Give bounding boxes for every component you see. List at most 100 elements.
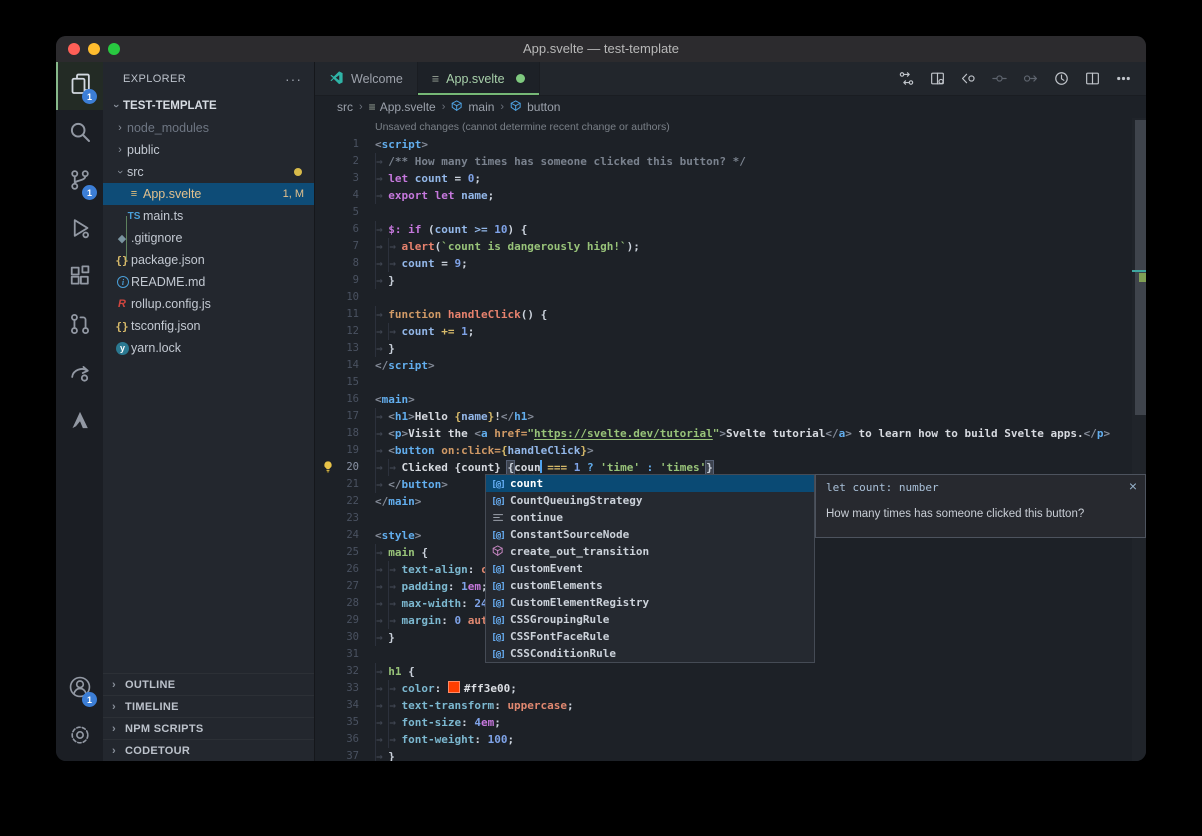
suggest-item-CountQueuingStrategy[interactable]: [@]CountQueuingStrategy bbox=[486, 492, 814, 509]
activity-item-account[interactable]: 1 bbox=[56, 665, 103, 713]
panel-header-outline[interactable]: ›OUTLINE bbox=[103, 673, 314, 695]
line-number: 2 bbox=[315, 153, 359, 170]
tree-item-package-json[interactable]: {}package.json bbox=[103, 249, 314, 271]
suggest-item-customElements[interactable]: [@]customElements bbox=[486, 577, 814, 594]
tree-item-tsconfig-json[interactable]: {}tsconfig.json bbox=[103, 315, 314, 337]
file-history-icon[interactable] bbox=[1050, 68, 1072, 90]
activity-item-search[interactable] bbox=[56, 110, 103, 158]
symbol-keyword-icon bbox=[486, 511, 510, 525]
code-line-4[interactable]: 4→export let name; bbox=[315, 187, 1132, 204]
code-line-11[interactable]: 11→function handleClick() { bbox=[315, 306, 1132, 323]
compare-changes-icon[interactable] bbox=[895, 68, 917, 90]
tree-item-src[interactable]: ›src bbox=[103, 161, 314, 183]
code-line-12[interactable]: 12→→count += 1; bbox=[315, 323, 1132, 340]
tree-item-README-md[interactable]: iREADME.md bbox=[103, 271, 314, 293]
code-line-18[interactable]: 18→<p>Visit the <a href="https://svelte.… bbox=[315, 425, 1132, 442]
code-line-19[interactable]: 19→<button on:click={handleClick}> bbox=[315, 442, 1132, 459]
tree-item-main-ts[interactable]: TSmain.ts bbox=[103, 205, 314, 227]
code-line-7[interactable]: 7→→alert(`count is dangerously high!`); bbox=[315, 238, 1132, 255]
editor-scrollbar[interactable] bbox=[1132, 118, 1146, 761]
chevron-down-icon: › bbox=[110, 99, 122, 113]
suggest-item-ConstantSourceNode[interactable]: [@]ConstantSourceNode bbox=[486, 526, 814, 543]
tree-item-rollup-config-js[interactable]: Rrollup.config.js bbox=[103, 293, 314, 315]
activity-item-run-debug[interactable] bbox=[56, 206, 103, 254]
tab-welcome[interactable]: Welcome bbox=[315, 62, 418, 95]
suggest-item-CustomElementRegistry[interactable]: [@]CustomElementRegistry bbox=[486, 594, 814, 611]
tree-item--gitignore[interactable]: ◆.gitignore bbox=[103, 227, 314, 249]
code-line-9[interactable]: 9→} bbox=[315, 272, 1132, 289]
code-line-14[interactable]: 14</script> bbox=[315, 357, 1132, 374]
code-line-8[interactable]: 8→→count = 9; bbox=[315, 255, 1132, 272]
navigate-back-icon[interactable] bbox=[957, 68, 979, 90]
code-line-3[interactable]: 3→let count = 0; bbox=[315, 170, 1132, 187]
suggest-item-CSSConditionRule[interactable]: [@]CSSConditionRule bbox=[486, 645, 814, 662]
next-change-icon[interactable] bbox=[1019, 68, 1041, 90]
suggest-item-count[interactable]: [@]count bbox=[486, 475, 814, 492]
breadcrumb-item-src[interactable]: src bbox=[337, 100, 353, 114]
breadcrumb-label: main bbox=[468, 100, 494, 114]
activity-item-github-pr[interactable] bbox=[56, 302, 103, 350]
tree-item-App-svelte[interactable]: ≡App.svelte1, M bbox=[103, 183, 314, 205]
code-line-1[interactable]: 1<script> bbox=[315, 136, 1132, 153]
panel-label: CODETOUR bbox=[125, 745, 190, 757]
close-icon[interactable]: × bbox=[1129, 478, 1137, 494]
code-line-6[interactable]: 6→$: if (count >= 10) { bbox=[315, 221, 1132, 238]
current-change-icon[interactable] bbox=[988, 68, 1010, 90]
open-changes-icon[interactable] bbox=[926, 68, 948, 90]
tree-item-yarn-lock[interactable]: yyarn.lock bbox=[103, 337, 314, 359]
split-editor-icon[interactable] bbox=[1081, 68, 1103, 90]
activity-item-explorer[interactable]: 1 bbox=[56, 62, 103, 110]
suggest-item-CSSFontFaceRule[interactable]: [@]CSSFontFaceRule bbox=[486, 628, 814, 645]
breadcrumb-item-main[interactable]: main bbox=[451, 100, 494, 114]
more-actions-icon[interactable]: ··· bbox=[285, 71, 302, 87]
code-line-13[interactable]: 13→} bbox=[315, 340, 1132, 357]
modified-indicator[interactable] bbox=[516, 74, 525, 83]
code-line-35[interactable]: 35→→font-size: 4em; bbox=[315, 714, 1132, 731]
code-area[interactable]: Unsaved changes (cannot determine recent… bbox=[315, 118, 1132, 761]
code-line-10[interactable]: 10 bbox=[315, 289, 1132, 306]
breadcrumb-separator: › bbox=[500, 101, 504, 113]
file-tree: ›TEST-TEMPLATE›node_modules›public›src≡A… bbox=[103, 95, 314, 673]
symbol-variable-icon: [@] bbox=[486, 630, 510, 643]
code-line-34[interactable]: 34→→text-transform: uppercase; bbox=[315, 697, 1132, 714]
code-line-15[interactable]: 15 bbox=[315, 374, 1132, 391]
suggest-item-continue[interactable]: continue bbox=[486, 509, 814, 526]
scrollbar-thumb[interactable] bbox=[1135, 120, 1146, 415]
tab-app-svelte[interactable]: ≡App.svelte bbox=[418, 62, 540, 95]
tree-item-node_modules[interactable]: ›node_modules bbox=[103, 117, 314, 139]
panel-header-npm-scripts[interactable]: ›NPM SCRIPTS bbox=[103, 717, 314, 739]
suggest-label: CustomElementRegistry bbox=[510, 596, 649, 609]
line-content: →→font-weight: 100; bbox=[359, 731, 514, 748]
lightbulb-icon[interactable] bbox=[321, 460, 335, 474]
tree-item-public[interactable]: ›public bbox=[103, 139, 314, 161]
explorer-header: EXPLORER ··· bbox=[103, 62, 314, 95]
code-line-33[interactable]: 33→→color: #ff3e00; bbox=[315, 680, 1132, 697]
activity-item-azure[interactable] bbox=[56, 398, 103, 446]
line-number: 14 bbox=[315, 357, 359, 374]
code-line-37[interactable]: 37→} bbox=[315, 748, 1132, 761]
activity-item-live-share[interactable] bbox=[56, 350, 103, 398]
breadcrumb-item-App.svelte[interactable]: ≡App.svelte bbox=[369, 100, 436, 114]
panel-header-timeline[interactable]: ›TIMELINE bbox=[103, 695, 314, 717]
tree-root-test-template[interactable]: ›TEST-TEMPLATE bbox=[103, 95, 314, 117]
line-content bbox=[359, 374, 375, 391]
code-line-5[interactable]: 5 bbox=[315, 204, 1132, 221]
code-line-32[interactable]: 32→h1 { bbox=[315, 663, 1132, 680]
panel-header-codetour[interactable]: ›CODETOUR bbox=[103, 739, 314, 761]
code-line-2[interactable]: 2→/** How many times has someone clicked… bbox=[315, 153, 1132, 170]
line-content: →→count = 9; bbox=[359, 255, 468, 272]
activity-item-source-control[interactable]: 1 bbox=[56, 158, 103, 206]
suggest-item-CustomEvent[interactable]: [@]CustomEvent bbox=[486, 560, 814, 577]
suggest-item-CSSGroupingRule[interactable]: [@]CSSGroupingRule bbox=[486, 611, 814, 628]
line-content: →} bbox=[359, 629, 395, 646]
code-line-17[interactable]: 17→<h1>Hello {name}!</h1> bbox=[315, 408, 1132, 425]
more-actions-icon[interactable] bbox=[1112, 68, 1134, 90]
activity-item-settings[interactable] bbox=[56, 713, 103, 761]
line-number: 24 bbox=[315, 527, 359, 544]
sidebar-panels: ›OUTLINE›TIMELINE›NPM SCRIPTS›CODETOUR bbox=[103, 673, 314, 761]
breadcrumb-item-button[interactable]: button bbox=[510, 100, 560, 114]
suggest-item-create_out_transition[interactable]: create_out_transition bbox=[486, 543, 814, 560]
code-line-16[interactable]: 16<main> bbox=[315, 391, 1132, 408]
code-line-36[interactable]: 36→→font-weight: 100; bbox=[315, 731, 1132, 748]
activity-item-extensions[interactable] bbox=[56, 254, 103, 302]
